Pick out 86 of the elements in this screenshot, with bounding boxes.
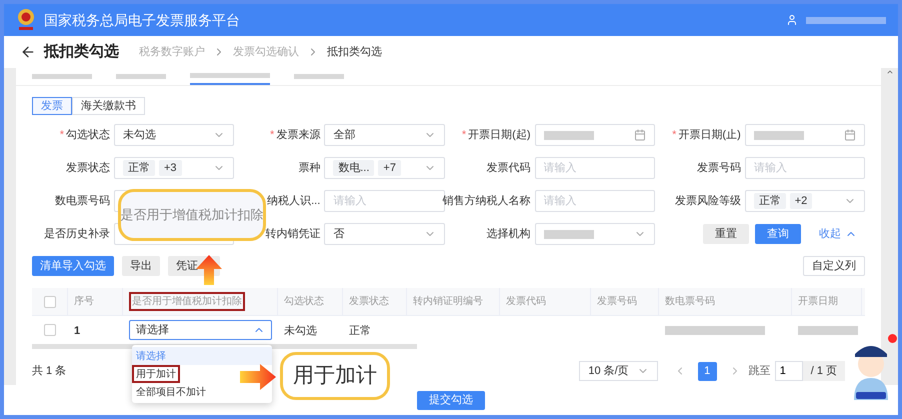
select-field[interactable]: 全部 <box>324 124 444 146</box>
column-header: 序号 <box>74 294 94 309</box>
field-label: 转内销凭证 <box>265 226 320 242</box>
field-label: 勾选状态 <box>66 128 110 143</box>
required-mark: * <box>462 128 466 143</box>
column-header: 发票状态 <box>349 294 389 309</box>
date-field[interactable] <box>744 124 865 146</box>
collapse-link[interactable]: 收起 <box>819 226 857 242</box>
table-cell: 1 <box>74 325 80 337</box>
up-arrow-icon <box>196 255 222 285</box>
tag: +2 <box>790 193 812 209</box>
field-label: 发票来源 <box>276 128 320 143</box>
select-field[interactable]: 否 <box>324 223 444 245</box>
field-label: 发票风险等级 <box>674 194 741 209</box>
cropped-tab-label[interactable] <box>294 74 344 79</box>
total-count: 共 1 条 <box>32 364 66 379</box>
field-label: 纳税人识... <box>267 194 320 209</box>
select-field[interactable]: 未勾选 <box>114 124 234 146</box>
cropped-tab-label[interactable] <box>32 74 92 79</box>
jump-label: 跳至 <box>748 364 771 379</box>
checkbox[interactable] <box>44 324 56 336</box>
toolbar-button[interactable]: 导出 <box>122 256 160 276</box>
query-button[interactable]: 查询 <box>755 224 801 244</box>
multi-select-field[interactable]: 正常 +2 <box>744 190 865 212</box>
field-label: 票种 <box>298 160 320 176</box>
redacted-value <box>798 326 858 334</box>
column-header: 转内销证明编号 <box>413 294 483 309</box>
field-label: 开票日期(止) <box>678 128 741 143</box>
document-type-tab[interactable]: 海关缴款书 <box>72 97 145 115</box>
tag: 正常 <box>754 193 786 209</box>
tag: +7 <box>378 160 401 176</box>
checkbox[interactable] <box>44 296 56 308</box>
cropped-tab-label[interactable] <box>190 73 270 78</box>
required-mark: * <box>270 128 274 143</box>
column-header: 数电票号码 <box>665 294 715 309</box>
tag: 数电... <box>333 160 374 176</box>
field-label: 是否历史补录 <box>44 226 110 242</box>
multi-select-field[interactable]: 数电... +7 <box>324 157 444 179</box>
select-field[interactable] <box>534 223 655 245</box>
total-pages: / 1 页 <box>802 361 845 381</box>
field-label: 发票状态 <box>66 160 110 176</box>
page-number[interactable]: 1 <box>698 362 717 380</box>
column-header: 勾选状态 <box>284 294 324 309</box>
annotation-tooltip: 是否用于增值税加计扣除 <box>118 189 266 241</box>
reset-button[interactable]: 重置 <box>703 224 749 244</box>
toolbar-button[interactable]: 清单导入勾选 <box>32 256 114 276</box>
custom-columns-button[interactable]: 自定义列 <box>803 256 865 276</box>
input-field[interactable]: 请输入 <box>534 157 655 179</box>
input-field[interactable]: 请输入 <box>744 157 865 179</box>
multi-select-field[interactable]: 正常 +3 <box>114 157 234 179</box>
table-cell: 正常 <box>349 325 371 337</box>
column-header: 开票日期 <box>798 294 838 309</box>
column-header: 是否用于增值税加计扣除 <box>129 292 245 311</box>
dropdown-option[interactable]: 全部项目不加计 <box>132 383 272 401</box>
date-field[interactable] <box>534 124 655 146</box>
annotation-tooltip: 用于加计 <box>280 352 390 400</box>
page-size-select[interactable]: 10 条/页 <box>579 361 658 381</box>
platform-title: 国家税务总局电子发票服务平台 <box>44 10 240 30</box>
breadcrumb-item: 抵扣类勾选 <box>327 44 382 60</box>
calendar-icon <box>634 129 646 141</box>
page-input[interactable]: 1 <box>774 361 803 381</box>
field-label: 销售方纳税人名称 <box>442 194 530 209</box>
field-label: 选择机构 <box>486 226 530 242</box>
calendar-icon <box>844 129 856 141</box>
required-mark: * <box>60 128 64 143</box>
emblem-icon <box>16 8 36 32</box>
scroll-up-icon[interactable] <box>886 68 894 76</box>
dropdown-option[interactable]: 用于加计 <box>132 365 180 383</box>
required-mark: * <box>672 128 676 143</box>
select-field[interactable]: 请选择 <box>129 320 272 340</box>
field-label: 发票代码 <box>486 160 530 176</box>
column-header: 发票号码 <box>597 295 637 309</box>
field-label: 开票日期(起) <box>468 128 530 143</box>
vertical-scrollbar[interactable] <box>881 68 898 385</box>
column-header: 发票代码 <box>506 295 546 309</box>
field-label: 数电票号码 <box>55 194 110 209</box>
page-title: 抵扣类勾选 <box>44 42 119 62</box>
cropped-tab-label[interactable] <box>116 74 166 79</box>
user-icon[interactable] <box>786 14 798 26</box>
table-cell: 未勾选 <box>284 325 317 337</box>
tag: 正常 <box>123 160 155 176</box>
field-label: 发票号码 <box>696 160 741 176</box>
input-field[interactable]: 请输入 <box>534 190 655 212</box>
right-arrow-icon <box>240 364 276 390</box>
submit-button[interactable]: 提交勾选 <box>417 390 485 410</box>
tag: +3 <box>159 160 182 176</box>
